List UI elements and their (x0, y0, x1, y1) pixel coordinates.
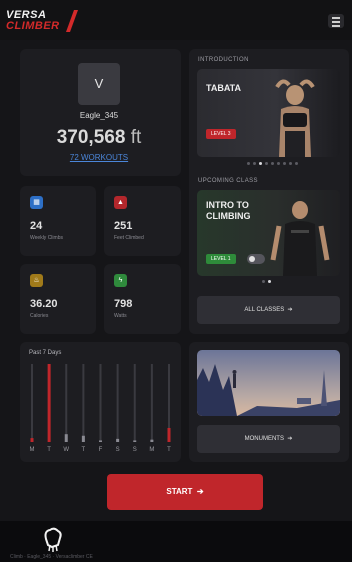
day-label: F (99, 447, 103, 453)
stat-label: Calories (30, 313, 49, 319)
day-label: M (149, 447, 154, 453)
carousel-dot[interactable] (271, 162, 274, 165)
chart-bar[interactable] (133, 440, 137, 442)
profile-card: V Eagle_345 370,568 ft 72 WORKOUTS (20, 49, 181, 176)
stat-value: 36.20 (30, 298, 58, 310)
intro-carousel-dots[interactable] (247, 162, 298, 165)
arrow-right-icon: ➔ (285, 307, 293, 313)
distance-unit: ft (130, 127, 142, 148)
distance-value: 370,568 (56, 127, 126, 148)
stat-card-weekly: ▦ 24 Weekly Climbs (20, 186, 96, 256)
all-classes-button[interactable]: ALL CLASSES ➔ (197, 296, 340, 324)
monuments-label: MONUMENTS (244, 436, 284, 442)
carousel-dot[interactable] (268, 280, 271, 283)
chart-bar[interactable] (81, 435, 85, 442)
day-label: T (82, 447, 86, 453)
toggle-icon[interactable] (247, 254, 265, 264)
footer-text: Climb · Eagle_345 · Versaclimber CE (10, 554, 93, 560)
monuments-panel: MONUMENTS ➔ (189, 342, 349, 462)
start-label: START (166, 487, 193, 496)
footer-bar: Climb · Eagle_345 · Versaclimber CE (0, 521, 352, 562)
day-label: W (63, 447, 69, 453)
brand-logo[interactable]: VERSA CLIMBER (6, 10, 86, 32)
level-badge: LEVEL 1 (206, 254, 236, 264)
stat-card-calories: ♨ 36.20 Calories (20, 264, 96, 334)
monuments-button[interactable]: MONUMENTS ➔ (197, 425, 340, 453)
day-label: S (133, 447, 137, 453)
chart-bar[interactable] (99, 440, 102, 442)
carousel-dot[interactable] (289, 162, 292, 165)
class-name: TABATA (206, 83, 241, 93)
arrow-right-icon: ➔ (285, 436, 293, 442)
stat-value: 251 (114, 220, 133, 232)
app-root: VERSA CLIMBER V Eagle_345 370,568 ft 72 … (0, 0, 352, 562)
class-card-intro-climbing[interactable]: INTRO TO CLIMBING LEVEL 1 (197, 190, 340, 276)
chart-bar[interactable] (47, 364, 51, 442)
day-label: S (116, 447, 120, 453)
calendar-icon: ▦ (30, 196, 43, 209)
carousel-dot[interactable] (283, 162, 286, 165)
start-button[interactable]: START ➔ (107, 474, 263, 510)
gesture-hand-icon[interactable] (38, 525, 66, 553)
carousel-dot[interactable] (253, 162, 256, 165)
mountain-icon: ▲ (114, 196, 127, 209)
class-card-tabata[interactable]: TABATA LEVEL 3 (197, 69, 340, 157)
flame-icon: ♨ (30, 274, 43, 287)
carousel-dot[interactable] (259, 162, 262, 165)
chart-bar[interactable] (150, 439, 154, 442)
chart-plot: MTWTFSSMT (30, 364, 171, 453)
chart-bar[interactable] (116, 438, 120, 442)
carousel-dot[interactable] (277, 162, 280, 165)
class-name-line1: INTRO TO (206, 200, 249, 210)
logo-line2: CLIMBER (6, 20, 60, 32)
stat-label: Weekly Climbs (30, 235, 63, 241)
stat-label: Feet Climbed (114, 235, 144, 241)
avatar[interactable]: V (78, 63, 120, 105)
upcoming-carousel-dots[interactable] (262, 280, 271, 283)
carousel-dot[interactable] (262, 280, 265, 283)
carousel-dot[interactable] (247, 162, 250, 165)
stat-card-watts: ϟ 798 Watts (104, 264, 181, 334)
carousel-dot[interactable] (265, 162, 268, 165)
day-label: M (30, 447, 35, 453)
day-label: T (167, 447, 171, 453)
stat-value: 24 (30, 220, 43, 232)
landscape-art (197, 364, 340, 416)
stat-label: Watts (114, 313, 127, 319)
bolt-icon: ϟ (114, 274, 127, 287)
workouts-link[interactable]: 72 WORKOUTS (20, 153, 178, 162)
day-label: T (47, 447, 51, 453)
classes-panel: INTRODUCTION TABATA LEVEL 3 UPCOMING CLA… (189, 49, 349, 334)
level-badge: LEVEL 3 (206, 129, 236, 139)
arrow-right-icon: ➔ (194, 487, 204, 496)
hamburger-icon[interactable] (328, 14, 344, 28)
chart-bar[interactable] (167, 427, 171, 442)
upcoming-title: UPCOMING CLASS (198, 178, 258, 184)
monuments-image[interactable] (197, 350, 340, 416)
stat-value: 798 (114, 298, 133, 310)
all-classes-label: ALL CLASSES (244, 307, 285, 313)
past-7-days-chart: Past 7 Days MTWTFSSMT (20, 342, 181, 462)
stat-card-feet: ▲ 251 Feet Climbed (104, 186, 181, 256)
carousel-dot[interactable] (295, 162, 298, 165)
username: Eagle_345 (79, 111, 119, 120)
class-name-line2: CLIMBING (206, 211, 251, 221)
top-header: VERSA CLIMBER (0, 0, 352, 40)
total-distance: 370,568 ft (20, 127, 178, 149)
introduction-title: INTRODUCTION (198, 57, 249, 63)
chart-bar[interactable] (64, 434, 68, 442)
chart-bar[interactable] (30, 438, 34, 442)
